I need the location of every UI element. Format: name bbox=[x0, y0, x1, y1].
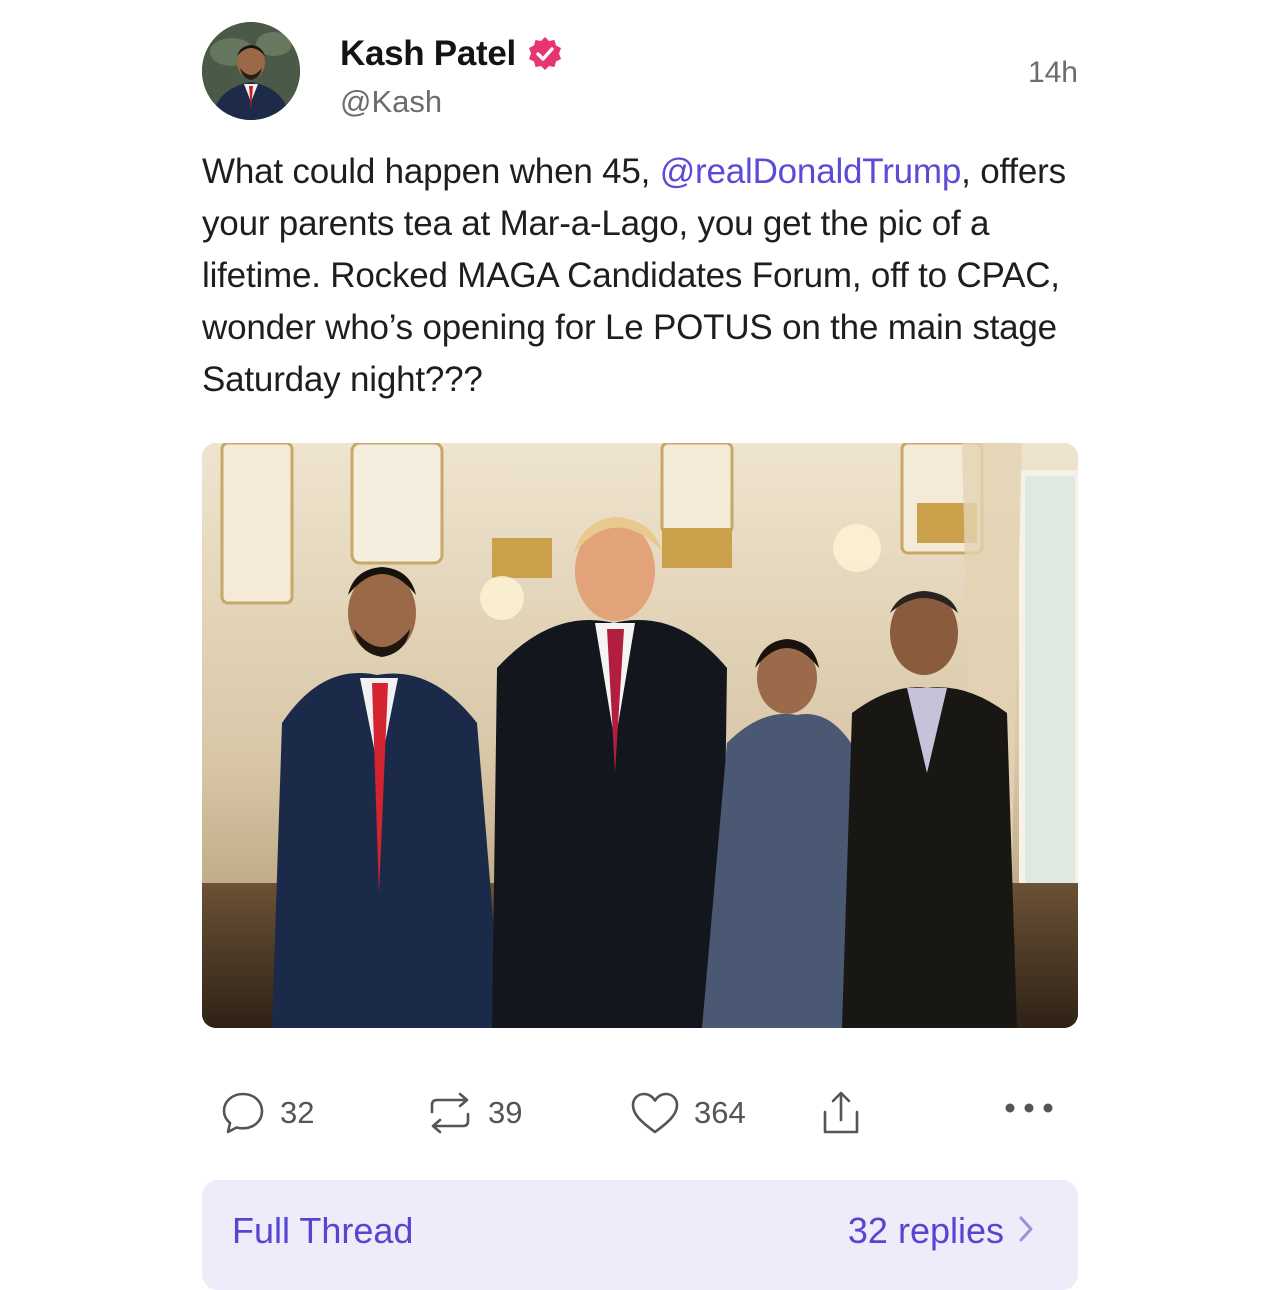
author-name[interactable]: Kash Patel bbox=[340, 34, 516, 74]
author-handle[interactable]: @Kash bbox=[340, 84, 442, 120]
repost-icon bbox=[426, 1090, 474, 1136]
more-icon bbox=[1002, 1100, 1056, 1116]
like-icon bbox=[630, 1090, 680, 1136]
repost-button[interactable]: 39 bbox=[426, 1090, 522, 1136]
thread-replies-link[interactable]: 32 replies bbox=[848, 1210, 1034, 1252]
reply-icon bbox=[220, 1090, 266, 1136]
reply-count: 32 bbox=[280, 1095, 315, 1130]
thread-replies-count: 32 replies bbox=[847, 1210, 1004, 1251]
full-thread-link[interactable]: Full Thread bbox=[232, 1210, 413, 1252]
chevron-right-icon bbox=[1018, 1210, 1034, 1252]
post-text-before: What could happen when 45, bbox=[202, 152, 660, 191]
avatar[interactable] bbox=[202, 22, 300, 120]
reply-button[interactable]: 32 bbox=[220, 1090, 314, 1136]
share-button[interactable] bbox=[820, 1090, 862, 1136]
post-actions: 32 39 364 bbox=[202, 1090, 1078, 1140]
author-name-row: Kash Patel bbox=[340, 34, 564, 74]
full-thread-bar[interactable]: Full Thread 32 replies bbox=[202, 1180, 1078, 1290]
post-text: What could happen when 45, @realDonaldTr… bbox=[202, 146, 1082, 406]
mention-link[interactable]: @realDonaldTrump bbox=[660, 152, 962, 191]
share-icon bbox=[820, 1090, 862, 1136]
like-count: 364 bbox=[694, 1095, 746, 1130]
post-photo[interactable] bbox=[202, 443, 1078, 1028]
repost-count: 39 bbox=[488, 1095, 523, 1130]
more-button[interactable] bbox=[1002, 1100, 1056, 1116]
like-button[interactable]: 364 bbox=[630, 1090, 746, 1136]
verified-badge-icon bbox=[526, 35, 564, 73]
post-timestamp: 14h bbox=[1027, 56, 1078, 89]
